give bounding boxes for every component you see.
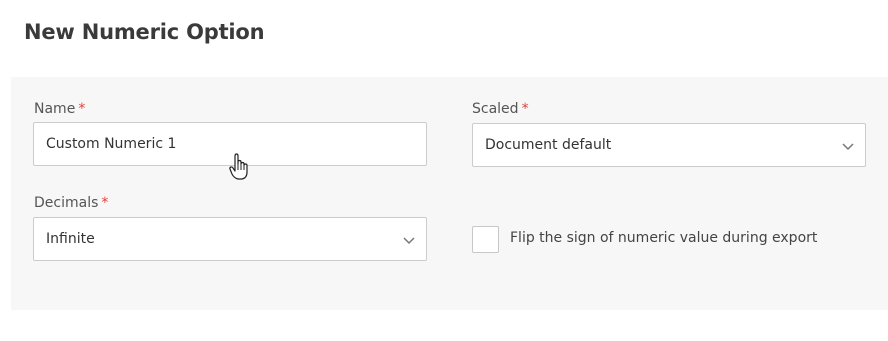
required-mark: *	[78, 101, 86, 117]
decimals-label: Decimals *	[34, 195, 108, 211]
required-mark: *	[101, 195, 109, 211]
name-label-text: Name	[34, 101, 76, 117]
scaled-select-value: Document default	[485, 137, 612, 153]
decimals-select-value: Infinite	[46, 231, 95, 247]
chevron-down-icon	[403, 237, 415, 245]
scaled-select[interactable]: Document default	[472, 123, 866, 167]
decimals-label-text: Decimals	[34, 195, 99, 211]
required-mark: *	[521, 101, 529, 117]
flip-sign-label[interactable]: Flip the sign of numeric value during ex…	[510, 230, 817, 246]
name-label: Name *	[34, 101, 85, 117]
scaled-label-text: Scaled	[472, 101, 519, 117]
page-title: New Numeric Option	[24, 20, 265, 44]
decimals-select[interactable]: Infinite	[33, 217, 427, 261]
name-input-value: Custom Numeric 1	[46, 136, 177, 152]
hand-pointer-icon	[229, 153, 248, 180]
form-panel	[11, 77, 888, 310]
flip-sign-checkbox[interactable]	[472, 226, 499, 253]
chevron-down-icon	[842, 143, 854, 151]
scaled-label: Scaled *	[472, 101, 529, 117]
